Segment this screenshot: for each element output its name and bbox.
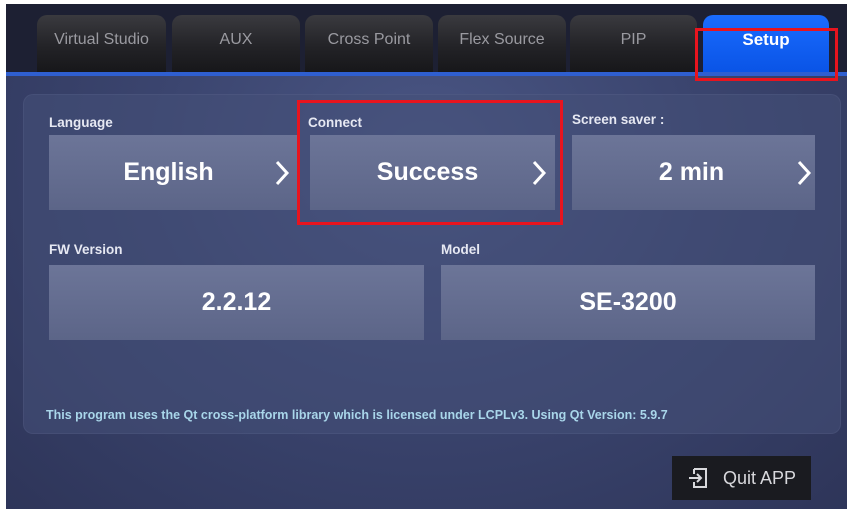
language-selector[interactable]: English — [49, 135, 298, 210]
model-value: SE-3200 — [579, 288, 677, 316]
tab-label: Setup — [742, 29, 790, 49]
license-notice: This program uses the Qt cross-platform … — [46, 408, 668, 422]
model-field: SE-3200 — [441, 265, 815, 340]
language-label: Language — [49, 115, 113, 130]
chevron-right-icon — [275, 160, 290, 185]
quit-app-label: Quit APP — [723, 467, 797, 488]
screen-saver-selector[interactable]: 2 min — [572, 135, 815, 210]
tab-label: Flex Source — [459, 30, 545, 48]
tab-setup[interactable]: Setup — [703, 15, 829, 72]
tab-bar: Virtual Studio AUX Cross Point Flex Sour… — [6, 4, 847, 76]
tab-pip[interactable]: PIP — [570, 15, 697, 72]
tab-label: Virtual Studio — [54, 30, 149, 48]
tab-label: PIP — [620, 30, 647, 48]
connect-label: Connect — [308, 115, 362, 130]
connect-value: Success — [376, 158, 479, 186]
tab-virtual-studio[interactable]: Virtual Studio — [37, 15, 166, 72]
tab-aux[interactable]: AUX — [172, 15, 300, 72]
tab-cross-point[interactable]: Cross Point — [305, 15, 433, 72]
screen-saver-value: 2 min — [658, 158, 725, 186]
fw-version-label: FW Version — [49, 242, 123, 257]
exit-icon — [689, 468, 707, 488]
tab-label: AUX — [219, 30, 253, 48]
tab-underline — [6, 72, 847, 76]
tab-flex-source[interactable]: Flex Source — [438, 15, 566, 72]
language-value: English — [123, 158, 214, 186]
fw-version-field: 2.2.12 — [49, 265, 424, 340]
model-label: Model — [441, 242, 480, 257]
connect-selector[interactable]: Success — [310, 135, 555, 210]
app-window: Virtual Studio AUX Cross Point Flex Sour… — [6, 4, 847, 509]
quit-app-button[interactable]: Quit APP — [672, 456, 811, 500]
tab-label: Cross Point — [327, 30, 411, 48]
chevron-right-icon — [532, 160, 547, 185]
fw-version-value: 2.2.12 — [201, 288, 272, 316]
chevron-right-icon — [797, 160, 812, 185]
screen-saver-label: Screen saver : — [572, 112, 665, 127]
